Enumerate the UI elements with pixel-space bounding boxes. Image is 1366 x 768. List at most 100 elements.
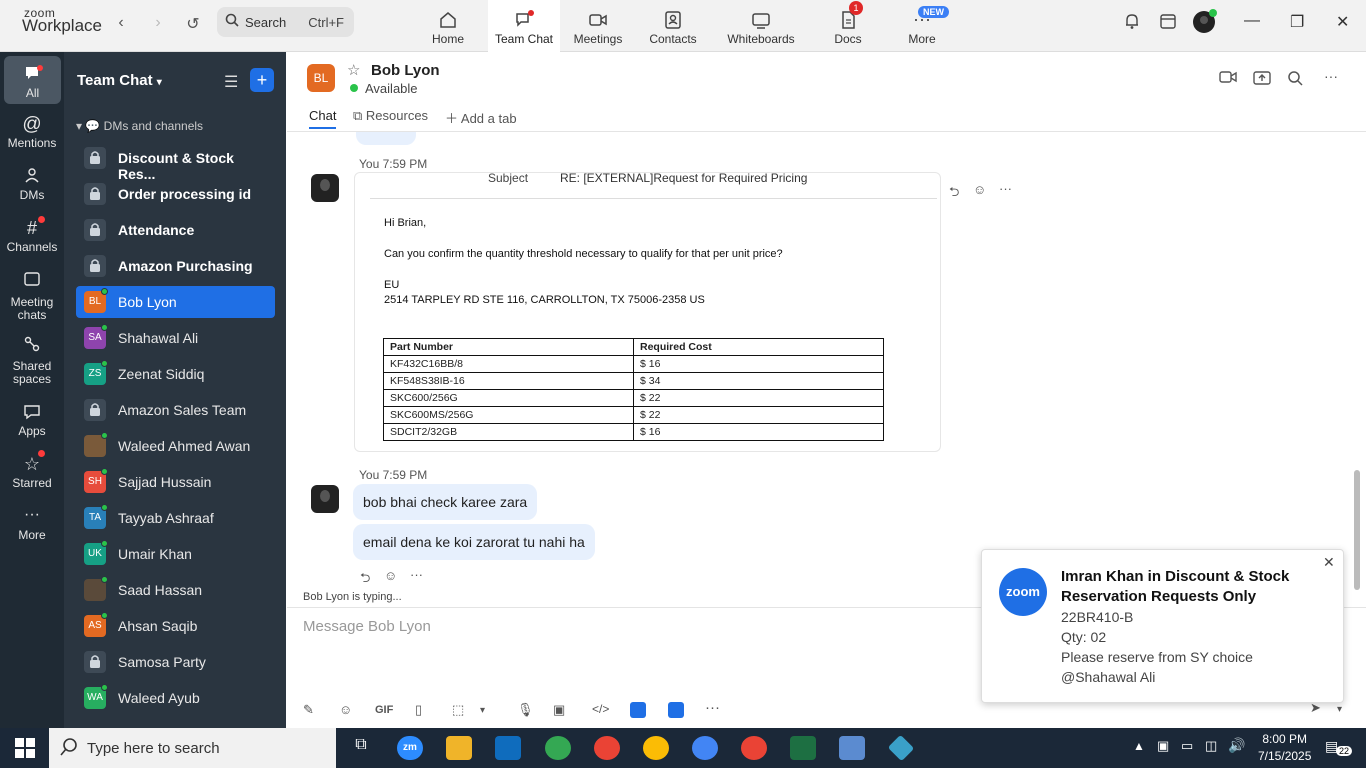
rail-apps[interactable]: Apps xyxy=(0,402,64,438)
format-icon[interactable]: ✎ xyxy=(303,702,314,718)
windows-start-icon[interactable] xyxy=(15,738,35,763)
excel-icon[interactable] xyxy=(790,736,816,760)
rail-all[interactable]: All xyxy=(4,56,61,104)
emoji-react-icon[interactable]: ☺ xyxy=(973,182,986,197)
volume-icon[interactable]: 🔊 xyxy=(1228,737,1245,754)
restore-icon[interactable]: ❐ xyxy=(1290,12,1304,32)
tab-home[interactable]: Home xyxy=(412,0,484,52)
sidebar-item[interactable]: WA Waleed Ayub xyxy=(76,682,275,714)
sender-avatar[interactable] xyxy=(311,485,339,513)
chrome-icon[interactable] xyxy=(692,736,718,760)
calculator-icon[interactable] xyxy=(839,736,865,760)
microphone-icon[interactable]: 🎙 xyxy=(517,702,534,718)
sidebar-item[interactable]: Saad Hassan xyxy=(76,574,275,606)
code-icon[interactable]: </> xyxy=(592,702,609,716)
tab-chat[interactable]: Chat xyxy=(309,108,337,129)
rail-starred[interactable]: ☆ Starred xyxy=(0,454,64,490)
star-icon[interactable]: ☆ xyxy=(347,61,360,79)
app-icon[interactable] xyxy=(630,702,646,718)
sidebar-item[interactable]: Samosa Party xyxy=(76,646,275,678)
tab-resources[interactable]: ⧉ Resources xyxy=(353,108,428,124)
tab-docs[interactable]: Docs xyxy=(812,0,884,52)
sidebar-item[interactable]: Amazon Purchasing xyxy=(76,250,275,282)
chrome-icon[interactable] xyxy=(594,736,620,760)
rail-more[interactable]: ··· More xyxy=(0,506,64,542)
chrome-icon[interactable] xyxy=(741,736,767,760)
rail-shared-spaces[interactable]: Shared spaces xyxy=(0,334,64,386)
bell-icon[interactable] xyxy=(1123,12,1141,35)
minimize-icon[interactable]: — xyxy=(1244,12,1260,30)
task-view-icon[interactable]: ⧉ xyxy=(348,736,374,760)
chevron-down-icon[interactable]: ▾ xyxy=(1337,704,1342,715)
back-arrow-icon[interactable]: ‹ xyxy=(112,14,130,32)
outlook-icon[interactable] xyxy=(495,736,521,760)
notification-toast[interactable]: zoom Imran Khan in Discount & Stock Rese… xyxy=(981,549,1344,703)
network-icon[interactable]: ◫ xyxy=(1205,738,1217,754)
sidebar-item[interactable]: AS Ahsan Saqib xyxy=(76,610,275,642)
video-call-icon[interactable] xyxy=(1219,70,1237,88)
gif-button[interactable]: GIF xyxy=(375,704,393,716)
emoji-icon[interactable]: ☺ xyxy=(339,702,352,717)
app-icon[interactable] xyxy=(668,702,684,718)
search-icon[interactable] xyxy=(1287,70,1303,90)
tab-add[interactable]: ＋ Add a tab xyxy=(445,108,517,127)
screenshot-icon[interactable]: ⬚ xyxy=(452,702,464,718)
sidebar-title[interactable]: Team Chat ▾ xyxy=(77,72,162,89)
forward-arrow-icon[interactable]: › xyxy=(149,14,167,32)
taskbar-search[interactable]: Type here to search xyxy=(49,728,336,768)
more-tools-icon[interactable]: ··· xyxy=(705,699,720,716)
more-actions-icon[interactable]: ··· xyxy=(999,181,1012,196)
sidebar-item[interactable]: Amazon Sales Team xyxy=(76,394,275,426)
search-bar[interactable]: Search Ctrl+F xyxy=(217,7,354,37)
clock[interactable]: 8:00 PM 7/15/2025 xyxy=(1258,731,1311,765)
sidebar-item[interactable]: BL Bob Lyon xyxy=(76,286,275,318)
chevron-up-icon[interactable]: ▲ xyxy=(1133,739,1145,753)
tab-contacts[interactable]: Contacts xyxy=(637,0,709,52)
sidebar-item[interactable]: Attendance xyxy=(76,214,275,246)
sidebar-item[interactable]: SA Shahawal Ali xyxy=(76,322,275,354)
avatar[interactable] xyxy=(1192,9,1218,40)
history-icon[interactable]: ↺ xyxy=(184,14,202,33)
tab-meetings[interactable]: Meetings xyxy=(562,0,634,52)
message-bubble[interactable]: bob bhai check karee zara xyxy=(353,484,538,520)
app-icon[interactable] xyxy=(887,734,915,762)
video-message-icon[interactable]: ▣ xyxy=(553,702,565,718)
message-input[interactable]: Message Bob Lyon xyxy=(303,618,431,635)
file-explorer-icon[interactable] xyxy=(446,736,472,760)
sidebar-item[interactable]: Waleed Ahmed Awan xyxy=(76,430,275,462)
sidebar-item[interactable]: ZS Zeenat Siddiq xyxy=(76,358,275,390)
emoji-react-icon[interactable]: ☺ xyxy=(384,568,397,583)
calendar-icon[interactable] xyxy=(1159,12,1177,35)
sender-avatar[interactable] xyxy=(311,174,339,202)
rail-meeting-chats[interactable]: Meeting chats xyxy=(0,270,64,322)
filter-icon[interactable]: ☰ xyxy=(224,72,238,92)
message-bubble[interactable]: email dena ke koi zarorat tu nahi ha xyxy=(353,524,595,560)
tab-whiteboards[interactable]: Whiteboards xyxy=(722,0,800,52)
tray-icon[interactable]: ▣ xyxy=(1157,738,1169,754)
chrome-icon[interactable] xyxy=(545,736,571,760)
rail-channels[interactable]: # Channels xyxy=(0,218,64,254)
chrome-icon[interactable] xyxy=(643,736,669,760)
rail-dms[interactable]: DMs xyxy=(0,166,64,202)
tab-team-chat[interactable]: Team Chat xyxy=(488,0,560,52)
more-options-icon[interactable]: ··· xyxy=(1324,68,1338,84)
sidebar-item[interactable]: TA Tayyab Ashraaf xyxy=(76,502,275,534)
reply-icon[interactable]: ⮌ xyxy=(949,183,959,205)
section-dms-channels[interactable]: ▾ 💬 DMs and channels xyxy=(76,119,203,133)
battery-icon[interactable]: ▭ xyxy=(1181,738,1193,754)
scrollbar[interactable] xyxy=(1354,470,1360,590)
sidebar-item[interactable]: SH Sajjad Hussain xyxy=(76,466,275,498)
close-icon[interactable]: ✕ xyxy=(1323,554,1335,571)
share-screen-icon[interactable] xyxy=(1253,70,1271,90)
chevron-down-icon[interactable]: ▾ xyxy=(480,705,485,716)
file-icon[interactable]: ▯ xyxy=(415,702,422,718)
new-chat-plus-icon[interactable]: + xyxy=(250,68,274,92)
contact-name[interactable]: Bob Lyon xyxy=(371,62,440,79)
reply-icon[interactable]: ⮌ xyxy=(360,569,370,591)
sidebar-item[interactable]: UK Umair Khan xyxy=(76,538,275,570)
contact-avatar[interactable]: BL xyxy=(307,64,335,92)
zoom-taskbar-icon[interactable]: zm xyxy=(397,736,423,760)
sidebar-item[interactable]: Discount & Stock Res... xyxy=(76,142,275,182)
close-icon[interactable]: ✕ xyxy=(1336,12,1349,32)
more-actions-icon[interactable]: ··· xyxy=(410,567,423,582)
